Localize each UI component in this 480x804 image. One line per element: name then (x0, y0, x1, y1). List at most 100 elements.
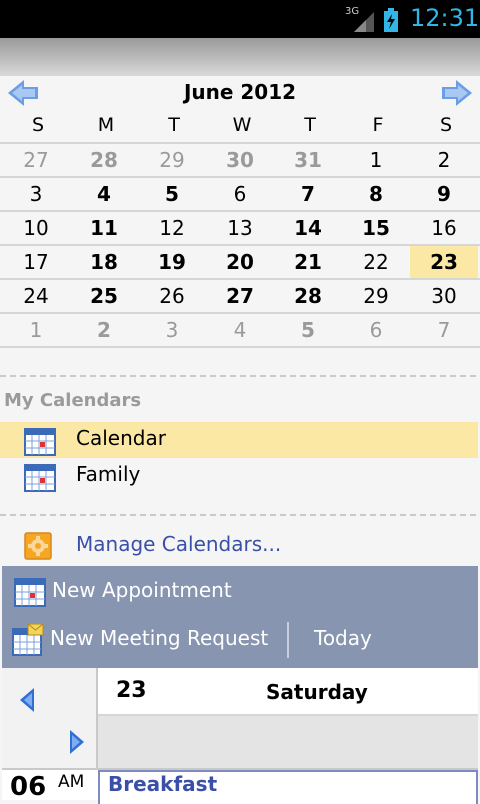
today-button[interactable]: Today (314, 626, 372, 650)
day-view: 23 Saturday 06 AM Breakfast (2, 668, 478, 804)
day-cell[interactable]: 1 (2, 314, 70, 346)
new-meeting-request-label: New Meeting Request (50, 626, 269, 650)
day-cell[interactable]: 21 (274, 246, 342, 278)
time-slot-row: 06 AM Breakfast (2, 768, 478, 804)
day-number: 23 (116, 678, 147, 703)
weekday-label: S (31, 114, 45, 136)
day-cell[interactable]: 22 (342, 246, 410, 278)
day-cell[interactable]: 6 (342, 314, 410, 346)
day-cell[interactable]: 8 (342, 178, 410, 210)
day-cell[interactable]: 29 (138, 144, 206, 176)
day-cell[interactable]: 2 (410, 144, 478, 176)
day-cell[interactable]: 10 (2, 212, 70, 244)
calendar-list-item-calendar[interactable]: Calendar (0, 422, 478, 458)
hour-label: 06 (10, 772, 47, 802)
day-cell[interactable]: 31 (274, 144, 342, 176)
day-cell[interactable]: 19 (138, 246, 206, 278)
day-cell[interactable]: 6 (206, 178, 274, 210)
day-cell[interactable]: 3 (138, 314, 206, 346)
title-bar (0, 38, 480, 76)
new-appointment-label: New Appointment (52, 578, 232, 602)
calendar-item-label: Family (76, 462, 141, 486)
separator (287, 622, 289, 658)
ampm-label: AM (58, 772, 85, 792)
new-meeting-request-icon (12, 624, 44, 656)
day-cell[interactable]: 27 (206, 280, 274, 312)
new-appointment-icon (14, 578, 46, 607)
day-cell-today[interactable]: 23 (410, 246, 478, 278)
signal-icon (354, 12, 374, 32)
day-cell[interactable]: 5 (138, 178, 206, 210)
day-cell[interactable]: 28 (274, 280, 342, 312)
day-cell[interactable]: 30 (410, 280, 478, 312)
weekday-label: W (232, 114, 252, 136)
action-bar: New Appointment New Meeting Request Toda… (2, 566, 478, 668)
day-cell[interactable]: 3 (2, 178, 70, 210)
week-row: 24 25 26 27 28 29 30 (0, 278, 480, 312)
day-cell[interactable]: 1 (342, 144, 410, 176)
new-appointment-button[interactable]: New Appointment (2, 572, 478, 612)
week-row: 3456789 (0, 176, 480, 210)
weekday-row: SMTWTFS (0, 110, 480, 142)
day-cell[interactable]: 26 (138, 280, 206, 312)
status-bar: 3G 12:31 (0, 0, 480, 38)
appointment-title: Breakfast (108, 772, 218, 796)
day-cell[interactable]: 25 (70, 280, 138, 312)
day-cell[interactable]: 18 (70, 246, 138, 278)
day-cell[interactable]: 20 (206, 246, 274, 278)
weekday-label: M (97, 114, 115, 136)
day-cell[interactable]: 4 (206, 314, 274, 346)
appointment-item[interactable]: Breakfast (98, 770, 478, 804)
previous-day-arrow-icon[interactable] (18, 686, 38, 714)
grid-bottom-line (0, 346, 480, 348)
day-cell[interactable]: 7 (274, 178, 342, 210)
next-month-arrow-icon[interactable] (442, 80, 472, 106)
month-header: June 2012 (0, 76, 480, 108)
weekday-label: T (304, 114, 316, 136)
calendar-item-label: Calendar (76, 426, 166, 450)
week-row: 17 18 19 20 21 22 23 (0, 244, 480, 278)
day-cell[interactable]: 28 (70, 144, 138, 176)
day-cell[interactable]: 30 (206, 144, 274, 176)
day-cell[interactable]: 4 (70, 178, 138, 210)
divider (0, 375, 476, 377)
day-cell[interactable]: 27 (2, 144, 70, 176)
weekday-label: S (439, 114, 453, 136)
day-navigation (2, 668, 98, 768)
action-row-2: New Meeting Request Today (2, 620, 478, 660)
weekday-label: T (168, 114, 180, 136)
day-cell[interactable]: 2 (70, 314, 138, 346)
new-meeting-request-button[interactable]: New Meeting Request (2, 620, 286, 660)
manage-calendars-link[interactable]: Manage Calendars... (76, 532, 281, 556)
calendar-icon (24, 464, 56, 492)
day-cell[interactable]: 29 (342, 280, 410, 312)
calendar-icon (24, 428, 56, 456)
battery-charging-icon (384, 8, 398, 32)
my-calendars-title: My Calendars (4, 390, 142, 411)
manage-calendars-icon[interactable] (24, 531, 52, 561)
day-cell[interactable]: 5 (274, 314, 342, 346)
calendar-list-item-family[interactable]: Family (0, 458, 478, 494)
day-cell[interactable]: 14 (274, 212, 342, 244)
status-time: 12:31 (410, 4, 480, 32)
day-name: Saturday (266, 680, 368, 704)
day-header: 23 Saturday (98, 668, 478, 716)
day-cell[interactable]: 24 (2, 280, 70, 312)
day-cell[interactable]: 12 (138, 212, 206, 244)
week-row: 27 28 29 30 31 1 2 (0, 142, 480, 176)
day-cell[interactable]: 15 (342, 212, 410, 244)
day-cell[interactable]: 9 (410, 178, 478, 210)
day-cell[interactable]: 11 (70, 212, 138, 244)
day-cell[interactable]: 13 (206, 212, 274, 244)
all-day-area[interactable] (98, 716, 478, 768)
month-grid: 27 28 29 30 31 1 2 3 4 5 6 7 8 9 10 11 12 13 14 15 16 17 18 19 2… (0, 142, 480, 348)
day-cell[interactable]: 7 (410, 314, 478, 346)
month-title: June 2012 (183, 80, 297, 104)
weekday-label: F (372, 114, 384, 136)
divider (0, 514, 476, 516)
next-day-arrow-icon[interactable] (66, 728, 86, 756)
week-row: 10 11 12 13 14 15 16 (0, 210, 480, 244)
week-row: 1234567 (0, 312, 480, 346)
day-cell[interactable]: 17 (2, 246, 70, 278)
day-cell[interactable]: 16 (410, 212, 478, 244)
